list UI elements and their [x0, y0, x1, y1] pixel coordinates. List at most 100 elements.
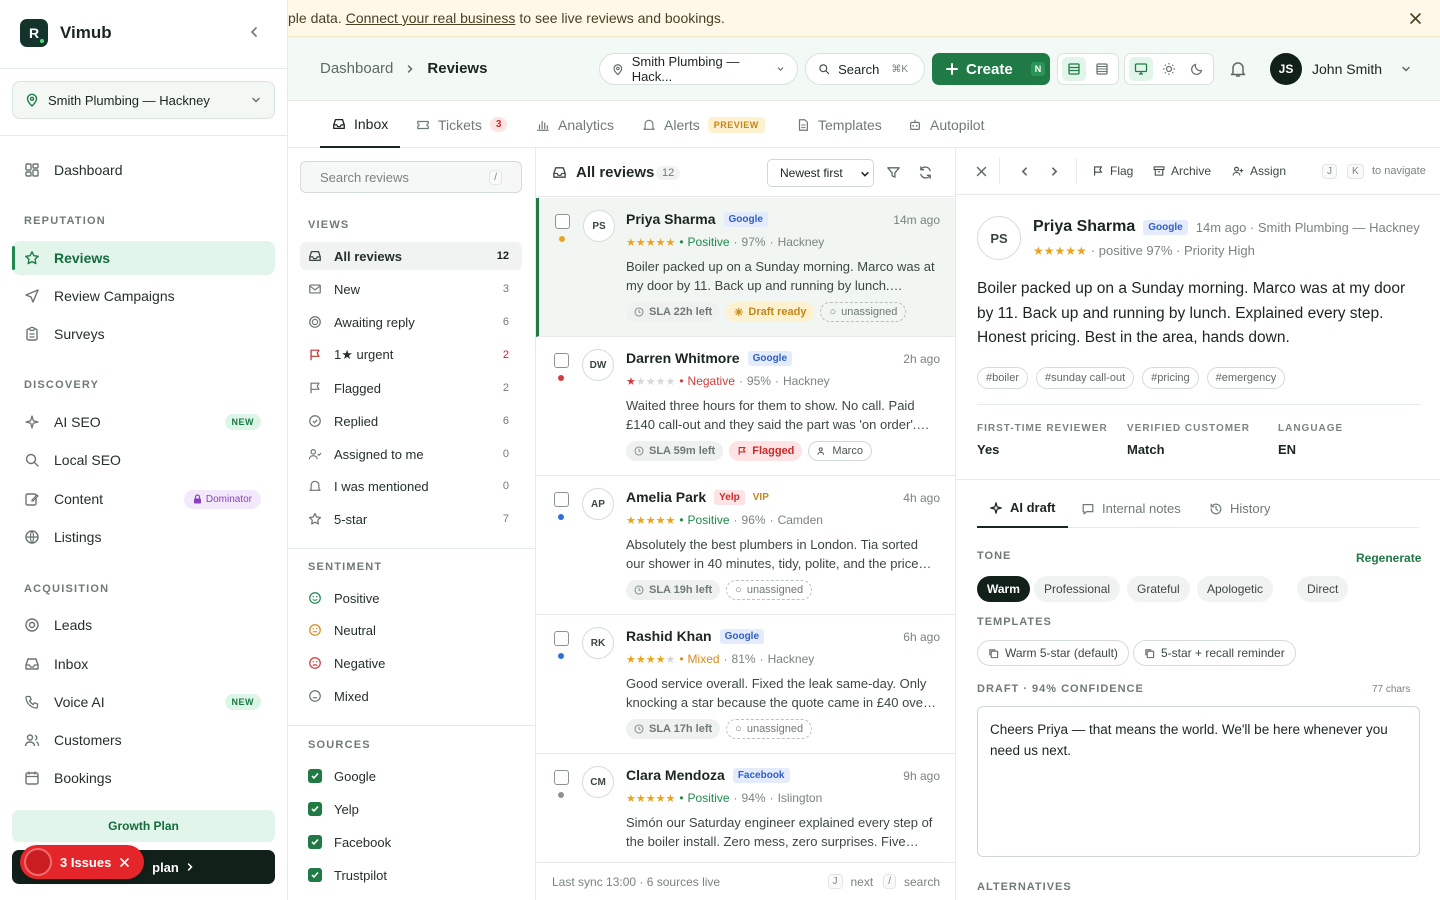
checkbox-checked[interactable] [308, 868, 322, 882]
nav-reviews[interactable]: Reviews [12, 241, 275, 275]
nav-bookings[interactable]: Bookings [12, 761, 275, 795]
archive-button[interactable]: Archive [1153, 164, 1211, 178]
close-icon[interactable] [119, 857, 130, 868]
chevron-left-icon[interactable] [1019, 166, 1030, 177]
view-awaiting-reply[interactable]: Awaiting reply 6 [300, 308, 522, 336]
checkbox-checked[interactable] [308, 835, 322, 849]
source-facebook[interactable]: Facebook [300, 828, 522, 856]
view-new[interactable]: New 3 [300, 275, 522, 303]
tone-warm[interactable]: Warm [977, 576, 1030, 602]
close-banner-icon[interactable] [1409, 12, 1422, 25]
tone-apologetic[interactable]: Apologetic [1197, 576, 1274, 602]
create-button[interactable]: Create N [932, 53, 1050, 85]
review-row[interactable]: AP Amelia Park Yelp VIP 4h ago ★★★★★ • Posit… [536, 476, 955, 615]
assign-button[interactable]: Assign [1232, 164, 1286, 178]
sort-select[interactable]: Newest first [767, 159, 874, 187]
sentiment-mixed[interactable]: Mixed [300, 682, 522, 710]
refresh-icon[interactable] [918, 165, 933, 180]
nav-ai-seo[interactable]: AI SEO NEW [12, 405, 275, 439]
tone-direct[interactable]: Direct [1297, 576, 1349, 602]
tab-templates[interactable]: Templates [796, 101, 882, 148]
row-checkbox[interactable] [555, 214, 570, 229]
draft-reply-textarea[interactable]: Cheers Priya — that means the world. We'… [977, 706, 1420, 857]
collapse-sidebar-icon[interactable] [247, 25, 261, 39]
nav-listings[interactable]: Listings [12, 520, 275, 554]
tone-professional[interactable]: Professional [1034, 576, 1121, 602]
chevron-right-icon[interactable] [1049, 166, 1060, 177]
hashtag[interactable]: #sunday call-out [1036, 367, 1135, 389]
row-checkbox[interactable] [554, 353, 569, 368]
sun-icon[interactable] [1157, 57, 1181, 81]
nav-inbox[interactable]: Inbox [12, 647, 275, 681]
location-picker[interactable]: Smith Plumbing — Hack... [599, 53, 798, 85]
view-assigned-to-me[interactable]: Assigned to me 0 [300, 440, 522, 468]
compact-density-icon[interactable] [1090, 57, 1114, 81]
source-trustpilot[interactable]: Trustpilot [300, 861, 522, 889]
connect-business-link[interactable]: Connect your real business [346, 10, 516, 26]
tab-inbox[interactable]: Inbox [320, 101, 401, 148]
nav-dashboard[interactable]: Dashboard [12, 153, 275, 187]
nav-surveys[interactable]: Surveys [12, 317, 275, 351]
view-all-reviews[interactable]: All reviews 12 [300, 242, 522, 270]
review-search-input[interactable]: Search reviews / [300, 161, 522, 193]
nav-local-seo[interactable]: Local SEO [12, 443, 275, 477]
tab-internal-notes[interactable]: Internal notes [1081, 489, 1181, 528]
view-label: New [334, 281, 361, 297]
comfortable-density-icon[interactable] [1062, 57, 1086, 81]
checkbox-checked[interactable] [308, 802, 322, 816]
source-yelp[interactable]: Yelp [300, 795, 522, 823]
brand[interactable]: R Vimub [20, 19, 112, 47]
location-switcher[interactable]: Smith Plumbing — Hackney [12, 81, 275, 119]
tab-alerts[interactable]: Alerts PREVIEW [642, 101, 765, 148]
sentiment-negative[interactable]: Negative [300, 649, 522, 677]
nav-leads[interactable]: Leads [12, 608, 275, 642]
breadcrumb-root[interactable]: Dashboard [320, 60, 393, 77]
nav-content[interactable]: Content Dominator [12, 482, 275, 516]
sentiment-neutral[interactable]: Neutral [300, 616, 522, 644]
review-row[interactable]: RK Rashid Khan Google 6h ago ★★★★★ • Mixed ·… [536, 615, 955, 754]
hashtag[interactable]: #pricing [1142, 367, 1199, 389]
flag-button[interactable]: Flag [1092, 164, 1133, 178]
bell-icon[interactable] [1229, 60, 1247, 78]
filter-icon[interactable] [886, 165, 901, 180]
assignee-badge[interactable]: Marco [808, 441, 872, 461]
row-checkbox[interactable] [554, 770, 569, 785]
template-chip[interactable]: Warm 5-star (default) [977, 640, 1129, 666]
nav-voice-ai[interactable]: Voice AI NEW [12, 685, 275, 719]
close-icon[interactable] [976, 166, 987, 177]
global-search-button[interactable]: Search ⌘K [805, 53, 925, 85]
review-row[interactable]: PS Priya Sharma Google 14m ago ★★★★★ • Posi… [536, 198, 955, 337]
tone-grateful[interactable]: Grateful [1127, 576, 1190, 602]
tab-history[interactable]: History [1209, 489, 1270, 528]
tab-analytics[interactable]: Analytics [536, 101, 614, 148]
review-snippet: Simón our Saturday engineer explained ev… [626, 815, 933, 849]
hashtag[interactable]: #boiler [977, 367, 1029, 389]
view-flagged[interactable]: Flagged 2 [300, 374, 522, 402]
assignee-badge[interactable]: ○ unassigned [726, 580, 813, 600]
review-row[interactable]: DW Darren Whitmore Google 2h ago ★★★★★ • Ne… [536, 337, 955, 476]
sentiment-positive[interactable]: Positive [300, 584, 522, 612]
moon-icon[interactable] [1185, 57, 1209, 81]
view-five-star[interactable]: 5-star 7 [300, 505, 522, 533]
view-urgent[interactable]: 1★ urgent 2 [300, 341, 522, 369]
assignee-badge[interactable]: ○ unassigned [726, 719, 813, 739]
nav-review-campaigns[interactable]: Review Campaigns [12, 279, 275, 313]
regenerate-button[interactable]: Regenerate [1356, 551, 1421, 565]
issues-toast[interactable]: 3 Issues [20, 845, 144, 879]
growth-plan-badge[interactable]: Growth Plan [12, 810, 275, 842]
view-mentioned[interactable]: I was mentioned 0 [300, 472, 522, 500]
assignee-badge[interactable]: ○ unassigned [820, 302, 907, 322]
tab-ai-draft[interactable]: AI draft [977, 489, 1068, 528]
row-checkbox[interactable] [554, 492, 569, 507]
tab-autopilot[interactable]: Autopilot [908, 101, 984, 148]
hashtag[interactable]: #emergency [1206, 367, 1286, 389]
row-checkbox[interactable] [554, 631, 569, 646]
source-google[interactable]: Google [300, 762, 522, 790]
tab-tickets[interactable]: Tickets 3 [416, 101, 508, 148]
user-menu[interactable]: JS John Smith [1270, 53, 1412, 85]
checkbox-checked[interactable] [308, 769, 322, 783]
view-replied[interactable]: Replied 6 [300, 407, 522, 435]
template-chip[interactable]: 5-star + recall reminder [1133, 640, 1296, 666]
monitor-icon[interactable] [1129, 57, 1153, 81]
nav-customers[interactable]: Customers [12, 723, 275, 757]
